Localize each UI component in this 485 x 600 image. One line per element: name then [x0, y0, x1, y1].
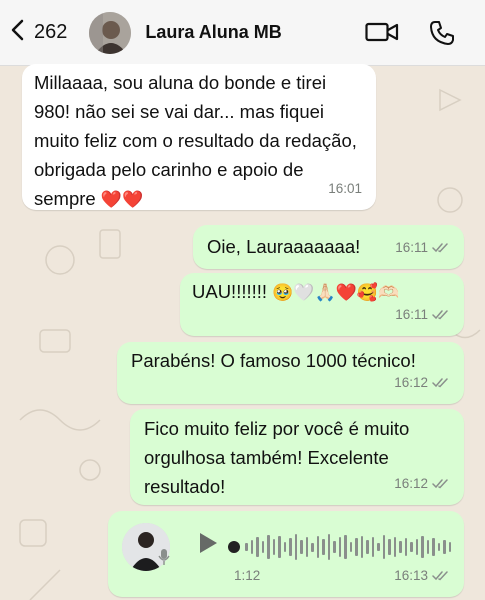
waveform-bar: [355, 538, 358, 556]
waveform-bar: [261, 541, 264, 553]
waveform-bar: [443, 540, 446, 554]
waveform-bar: [448, 542, 451, 552]
video-camera-icon[interactable]: [365, 20, 399, 46]
waveform-bar: [250, 540, 253, 554]
waveform-bar: [245, 543, 248, 551]
unread-count: 262: [34, 21, 68, 43]
contact-name[interactable]: Laura Aluna MB: [145, 22, 281, 43]
waveform-bar: [272, 539, 275, 555]
message-time: 16:12: [394, 476, 428, 491]
waveform-bar: [333, 541, 336, 553]
message-time: 16:01: [328, 181, 362, 196]
waveform-bar: [432, 538, 435, 556]
waveform-bar: [316, 536, 319, 558]
message-text: UAU!!!!!!!: [192, 281, 268, 302]
waveform-bar: [256, 537, 259, 557]
waveform-bar: [426, 540, 429, 554]
phone-icon[interactable]: [429, 20, 455, 46]
message-text: Fico muito feliz por você é muito orgulh…: [144, 418, 410, 497]
waveform-bar: [327, 534, 330, 560]
chat-header: 262 Laura Aluna MB: [0, 0, 485, 66]
waveform-bar: [421, 536, 424, 558]
message-bubble-outgoing[interactable]: UAU!!!!!!! 🥹🤍🙏🏻❤️🥰🫶🏻 16:11: [180, 273, 464, 336]
waveform-bar: [278, 536, 281, 558]
waveform-bar: [415, 539, 418, 555]
waveform-bar: [371, 537, 374, 557]
message-text: Millaaaa, sou aluna do bonde e tirei 980…: [34, 72, 357, 209]
waveform-bar: [388, 539, 391, 555]
double-check-icon: [432, 478, 450, 490]
waveform-bar: [410, 542, 413, 552]
waveform-bar: [360, 536, 363, 558]
playback-scrubber[interactable]: [228, 541, 240, 553]
waveform-bar: [338, 537, 341, 557]
chevron-left-icon: [10, 18, 26, 47]
waveform-bar: [349, 542, 352, 552]
waveform-bar: [283, 542, 286, 552]
waveform-bar: [399, 541, 402, 553]
voice-message-bubble[interactable]: 1:12 16:13: [108, 511, 464, 597]
contact-avatar[interactable]: [89, 11, 132, 54]
waveform-bar: [311, 542, 314, 552]
audio-waveform[interactable]: [228, 532, 451, 562]
double-check-icon: [432, 377, 450, 389]
message-bubble-outgoing[interactable]: Parabéns! O famoso 1000 técnico! 16:12: [117, 342, 464, 404]
message-emoji: ❤️❤️: [100, 190, 144, 210]
back-button[interactable]: 262: [10, 18, 67, 47]
waveform-bar: [289, 538, 292, 556]
message-bubble-outgoing[interactable]: Oie, Lauraaaaaaa! 16:11: [193, 225, 464, 269]
waveform-bar: [366, 540, 369, 554]
waveform-bar: [300, 540, 303, 554]
waveform-bar: [382, 535, 385, 559]
waveform-bar: [393, 537, 396, 557]
double-check-icon: [432, 242, 450, 254]
waveform-bar: [437, 543, 440, 551]
waveform-bar: [344, 535, 347, 559]
waveform-bar: [305, 537, 308, 557]
message-time: 16:11: [395, 240, 428, 255]
waveform-bar: [377, 543, 380, 551]
message-text: Parabéns! O famoso 1000 técnico!: [131, 350, 416, 371]
waveform-bar: [294, 534, 297, 560]
waveform-bar: [267, 535, 270, 559]
message-time: 16:12: [394, 375, 428, 390]
message-bubble-incoming[interactable]: Millaaaa, sou aluna do bonde e tirei 980…: [22, 64, 376, 210]
message-emoji: 🥹🤍🙏🏻❤️🥰🫶🏻: [272, 283, 400, 303]
waveform-bar: [322, 539, 325, 555]
message-text: Oie, Lauraaaaaaa!: [207, 236, 361, 257]
microphone-icon: [158, 545, 170, 574]
audio-duration: 1:12: [234, 568, 261, 583]
message-time: 16:11: [395, 307, 428, 322]
message-bubble-outgoing[interactable]: Fico muito feliz por você é muito orgulh…: [130, 409, 464, 505]
double-check-icon: [432, 570, 450, 582]
waveform-bar: [404, 538, 407, 556]
double-check-icon: [432, 309, 450, 321]
message-time: 16:13: [394, 568, 428, 583]
play-icon[interactable]: [198, 532, 218, 562]
